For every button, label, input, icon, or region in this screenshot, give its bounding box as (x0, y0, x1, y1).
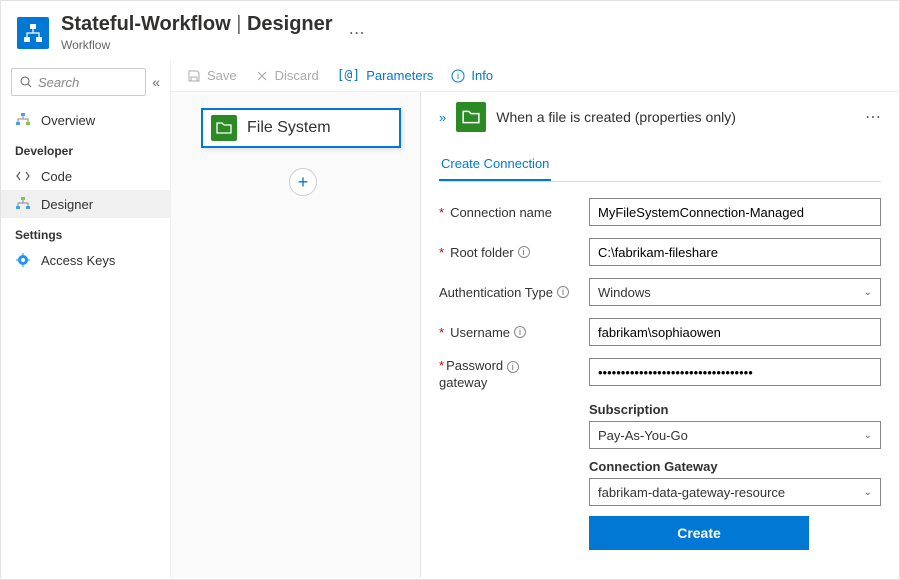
label-root-folder: *Root folder i (439, 245, 589, 260)
root-folder-input[interactable] (589, 238, 881, 266)
trigger-icon (456, 102, 486, 132)
sidebar-item-label: Code (41, 169, 72, 184)
code-icon (15, 168, 31, 184)
label-auth-type: Authentication Type i (439, 285, 589, 300)
search-input[interactable]: Search (11, 68, 146, 96)
parameters-icon: [@] (337, 68, 360, 83)
title-suffix: Designer (247, 13, 333, 35)
panel-more-button[interactable]: ⋯ (865, 107, 881, 127)
expand-panel-button[interactable]: » (439, 110, 446, 125)
sidebar-section-settings: Settings (1, 218, 170, 246)
page-title: Stateful-Workflow | Designer (61, 13, 333, 36)
designer-icon (15, 196, 31, 212)
label-subscription: Subscription (589, 402, 881, 417)
info-icon[interactable]: i (518, 246, 530, 258)
parameters-button[interactable]: [@] Parameters (337, 68, 434, 83)
toolbar-label: Info (471, 68, 493, 83)
discard-icon (255, 69, 269, 83)
save-icon (187, 69, 201, 83)
info-icon[interactable]: i (507, 361, 519, 373)
info-icon: i (451, 69, 465, 83)
workflow-app-icon (17, 17, 49, 49)
access-keys-icon (15, 252, 31, 268)
sidebar-item-access-keys[interactable]: Access Keys (1, 246, 170, 274)
create-button[interactable]: Create (589, 516, 809, 550)
add-step-button[interactable]: + (289, 168, 317, 196)
chevron-down-icon: ⌄ (864, 430, 872, 441)
panel-title: When a file is created (properties only) (496, 109, 855, 125)
label-password: *Password i gateway (439, 358, 589, 390)
page-header: Stateful-Workflow | Designer Workflow ⋯ (1, 1, 899, 60)
properties-panel: » When a file is created (properties onl… (421, 92, 899, 578)
title-main: Stateful-Workflow (61, 13, 231, 35)
toolbar-label: Parameters (366, 68, 433, 83)
svg-text:i: i (457, 71, 459, 81)
panel-tabs: Create Connection (439, 150, 881, 182)
designer-canvas[interactable]: File System + (171, 92, 421, 578)
subscription-select[interactable]: Pay-As-You-Go ⌄ (589, 421, 881, 449)
sidebar: Search « Overview Developer Code Designe… (1, 60, 171, 578)
label-connection-gateway: Connection Gateway (589, 459, 881, 474)
auth-type-select[interactable]: Windows ⌄ (589, 278, 881, 306)
toolbar-label: Save (207, 68, 237, 83)
sidebar-item-label: Access Keys (41, 253, 115, 268)
connection-name-input[interactable] (589, 198, 881, 226)
username-input[interactable] (589, 318, 881, 346)
overview-icon (15, 112, 31, 128)
sidebar-section-developer: Developer (1, 134, 170, 162)
discard-button[interactable]: Discard (255, 68, 319, 83)
toolbar: Save Discard [@] Parameters i Info (171, 60, 899, 92)
sidebar-item-label: Designer (41, 197, 93, 212)
info-icon[interactable]: i (514, 326, 526, 338)
save-button[interactable]: Save (187, 68, 237, 83)
node-label: File System (247, 119, 331, 137)
sidebar-item-designer[interactable]: Designer (1, 190, 170, 218)
label-username: *Username i (439, 325, 589, 340)
chevron-down-icon: ⌄ (864, 487, 872, 498)
search-placeholder: Search (38, 75, 79, 90)
info-button[interactable]: i Info (451, 68, 493, 83)
sidebar-item-overview[interactable]: Overview (1, 106, 170, 134)
sidebar-item-label: Overview (41, 113, 95, 128)
chevron-down-icon: ⌄ (864, 287, 872, 298)
header-more-button[interactable]: ⋯ (349, 23, 365, 43)
info-icon[interactable]: i (557, 286, 569, 298)
file-system-icon (211, 115, 237, 141)
password-input[interactable] (589, 358, 881, 386)
connection-gateway-select[interactable]: fabrikam-data-gateway-resource ⌄ (589, 478, 881, 506)
workflow-node-file-system[interactable]: File System (201, 108, 401, 148)
collapse-sidebar-button[interactable]: « (152, 74, 160, 90)
sidebar-item-code[interactable]: Code (1, 162, 170, 190)
toolbar-label: Discard (275, 68, 319, 83)
main-area: Save Discard [@] Parameters i Info (171, 60, 899, 578)
label-connection-name: *Connection name (439, 205, 589, 220)
page-subtitle: Workflow (61, 38, 333, 52)
search-icon (20, 76, 32, 88)
tab-create-connection[interactable]: Create Connection (439, 150, 551, 181)
